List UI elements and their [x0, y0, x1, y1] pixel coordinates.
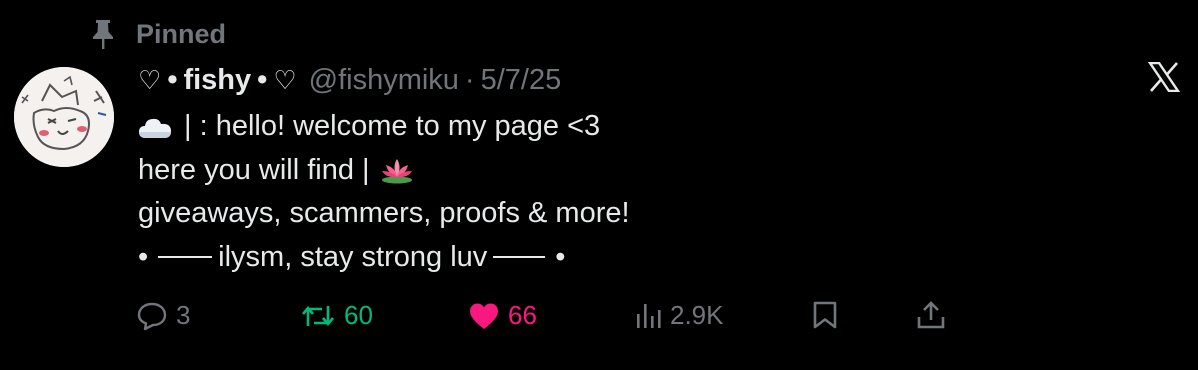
heart-outline-icon: ♡ — [273, 66, 297, 96]
tweet-line-3-text: giveaways, scammers, proofs & more! — [138, 197, 630, 229]
cloud-emoji — [139, 118, 171, 138]
line4-bullet-left: • — [138, 240, 149, 273]
bookmark-icon — [813, 301, 837, 329]
tweet-line-4: • ilysm, stay strong luv • — [138, 236, 1118, 280]
heart-outline-icon: ♡ — [138, 66, 162, 96]
avatar-image — [14, 67, 114, 167]
action-bar: 3 60 66 2.9K — [136, 300, 956, 340]
pin-icon — [93, 20, 113, 49]
avatar[interactable] — [14, 67, 114, 167]
share-button[interactable] — [916, 300, 946, 332]
pinned-indicator: Pinned — [90, 18, 226, 50]
views-icon — [637, 303, 661, 328]
retweet-button[interactable]: 60 — [300, 300, 373, 331]
tweet-line-1-text: | : hello! welcome to my page <3 — [184, 110, 601, 142]
like-count: 66 — [508, 300, 537, 330]
share-icon — [917, 301, 945, 329]
heart-filled-icon — [470, 303, 498, 329]
x-logo-icon[interactable] — [1148, 62, 1180, 92]
bookmark-button[interactable] — [812, 300, 838, 330]
tweet-content: ♡ • fishy • ♡ @fishymiku · 5/7/25 | : he… — [138, 60, 1118, 279]
reply-count: 3 — [176, 300, 191, 330]
decorative-dash-right — [493, 256, 546, 259]
reply-icon — [137, 302, 167, 330]
like-button[interactable]: 66 — [468, 300, 537, 331]
retweet-count: 60 — [344, 300, 373, 330]
tweet-line-2-text: here you will find | — [138, 153, 370, 186]
tweet-line-3: giveaways, scammers, proofs & more! — [138, 192, 1118, 236]
retweet-icon — [302, 305, 334, 326]
user-handle[interactable]: @fishymiku — [309, 60, 459, 100]
name-bullet-left: • — [167, 64, 178, 96]
tweet-date[interactable]: 5/7/25 — [481, 60, 562, 100]
decorative-dash-left — [158, 256, 213, 259]
tweet-header: ♡ • fishy • ♡ @fishymiku · 5/7/25 — [138, 60, 1118, 101]
tweet-line-2: here you will find | — [138, 149, 1118, 193]
tweet-line-4-text: ilysm, stay strong luv — [218, 240, 488, 273]
tweet-line-1: | : hello! welcome to my page <3 — [138, 105, 1118, 149]
tweet-text: | : hello! welcome to my page <3 here yo… — [138, 105, 1118, 279]
view-count: 2.9K — [670, 300, 724, 330]
display-name[interactable]: fishy — [183, 60, 251, 100]
lotus-emoji — [381, 159, 412, 184]
pinned-label: Pinned — [136, 18, 227, 49]
line4-bullet-right: • — [555, 240, 566, 273]
reply-button[interactable]: 3 — [136, 300, 190, 331]
views-button[interactable]: 2.9K — [636, 300, 724, 331]
name-bullet-right: • — [257, 64, 268, 96]
meta-separator: · — [464, 64, 475, 96]
